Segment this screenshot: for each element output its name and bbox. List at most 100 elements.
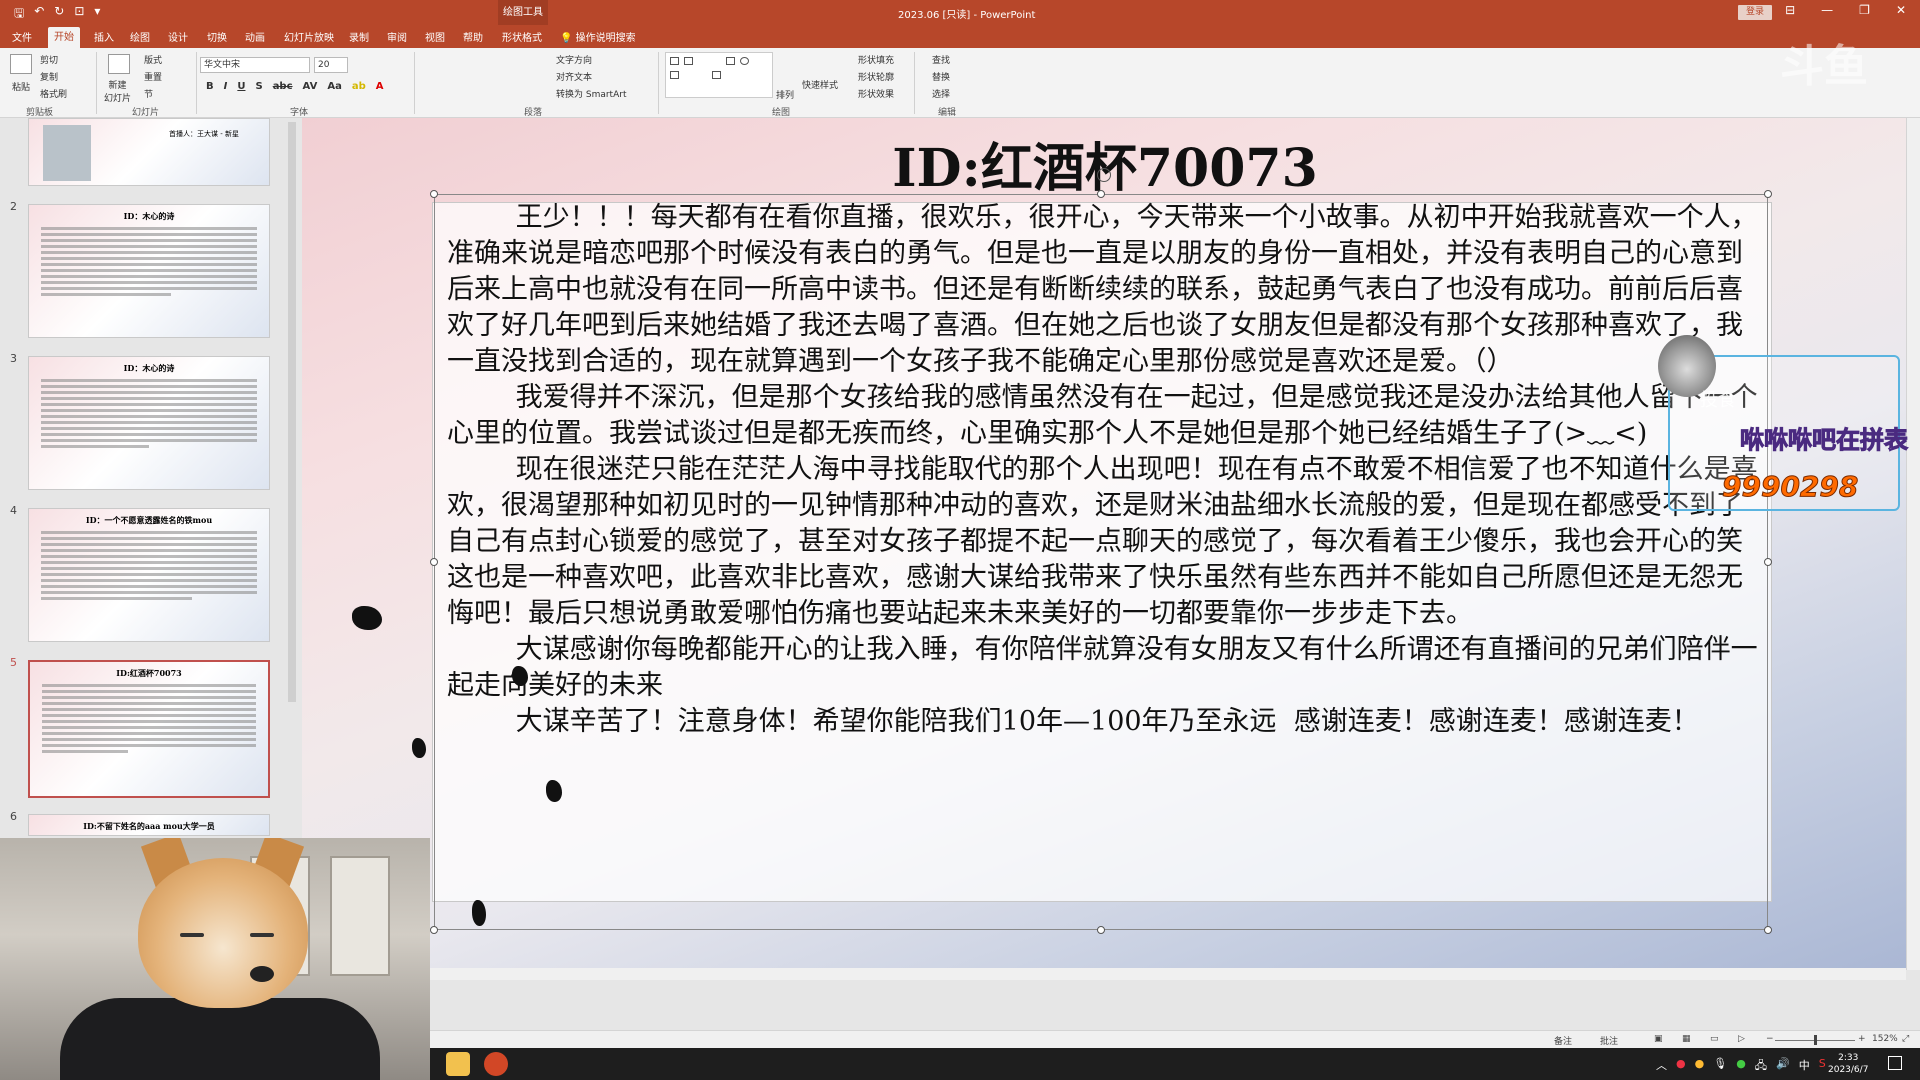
reading-view-icon[interactable]: ▭ [1710, 1034, 1719, 1044]
notes-pane[interactable] [430, 980, 1920, 1036]
tab-animations[interactable]: 动画 [245, 29, 265, 44]
resize-handle[interactable] [430, 190, 438, 198]
app-icon-qq[interactable] [446, 1052, 470, 1076]
zoom-slider-thumb[interactable] [1814, 1035, 1817, 1045]
tab-draw[interactable]: 绘图 [130, 29, 150, 44]
tell-me-search[interactable]: 💡 操作说明搜索 [560, 29, 636, 44]
slide-sorter-icon[interactable]: ▦ [1682, 1034, 1691, 1044]
shape-fill-button[interactable]: 形状填充 [858, 53, 894, 66]
restore-icon[interactable]: ❐ [1859, 3, 1870, 17]
ime-indicator[interactable]: 中 [1799, 1057, 1810, 1076]
underline-button[interactable]: U [237, 81, 245, 92]
highlight-button[interactable]: ab [352, 81, 366, 92]
cut-button[interactable]: 剪切 [40, 53, 58, 66]
notification-icon[interactable] [1888, 1056, 1902, 1070]
replace-button[interactable]: 替换 [932, 70, 950, 83]
network-icon[interactable]: 🖧 [1755, 1057, 1767, 1076]
more-icon[interactable]: ▾ [94, 4, 100, 25]
customize-icon[interactable]: ⊡ [74, 4, 84, 25]
oval-shape-icon[interactable] [740, 57, 749, 65]
new-slide-button[interactable]: 新建 幻灯片 [104, 78, 131, 104]
slide-thumbnail-3[interactable]: ID：木心的诗 [28, 356, 270, 490]
close-icon[interactable]: ✕ [1896, 3, 1906, 17]
resize-handle[interactable] [430, 558, 438, 566]
fit-slide-icon[interactable]: ⤢ [1902, 1034, 1909, 1044]
notes-button[interactable]: 备注 [1554, 1034, 1572, 1047]
paste-button[interactable]: 粘贴 [12, 80, 30, 93]
minimize-icon[interactable]: — [1821, 3, 1833, 17]
chevron-up-icon[interactable]: ︿ [1656, 1057, 1667, 1076]
tray-app-icon[interactable]: ● [1736, 1057, 1746, 1076]
rotate-handle-icon[interactable] [1097, 168, 1111, 182]
thumbnail-scrollbar[interactable] [288, 122, 296, 702]
tray-app-icon[interactable]: ● [1676, 1057, 1686, 1076]
tab-file[interactable]: 文件 [12, 29, 32, 44]
resize-handle[interactable] [430, 926, 438, 934]
tab-slideshow[interactable]: 幻灯片放映 [284, 29, 334, 44]
comments-button[interactable]: 批注 [1600, 1034, 1618, 1047]
resize-handle[interactable] [1097, 190, 1105, 198]
font-size-select[interactable]: 20 [314, 57, 348, 73]
tab-design[interactable]: 设计 [168, 29, 188, 44]
tab-view[interactable]: 视图 [425, 29, 445, 44]
zoom-in-icon[interactable]: + [1858, 1034, 1866, 1044]
arrow-shape-icon[interactable] [712, 71, 721, 79]
resize-handle[interactable] [1764, 190, 1772, 198]
tab-record[interactable]: 录制 [349, 29, 369, 44]
slide-thumbnail-2[interactable]: ID：木心的诗 [28, 204, 270, 338]
normal-view-icon[interactable]: ▣ [1654, 1034, 1663, 1044]
slide-thumbnail-1[interactable]: 首播人：王大谋 - 新星 [28, 118, 270, 186]
find-button[interactable]: 查找 [932, 53, 950, 66]
tab-review[interactable]: 审阅 [387, 29, 407, 44]
tab-insert[interactable]: 插入 [94, 29, 114, 44]
italic-button[interactable]: I [224, 81, 228, 92]
rect-shape-icon[interactable] [670, 57, 679, 65]
tab-help[interactable]: 帮助 [463, 29, 483, 44]
reset-button[interactable]: 重置 [144, 70, 162, 83]
slideshow-icon[interactable]: ▷ [1738, 1034, 1745, 1044]
font-color-button[interactable]: A [376, 81, 384, 92]
paste-icon[interactable] [10, 54, 32, 74]
layout-button[interactable]: 版式 [144, 53, 162, 66]
align-text-button[interactable]: 对齐文本 [556, 70, 592, 83]
format-painter-button[interactable]: 格式刷 [40, 87, 67, 100]
rect-shape-icon[interactable] [670, 71, 679, 79]
rect-shape-icon[interactable] [726, 57, 735, 65]
strikethrough-button[interactable]: abc [273, 81, 293, 92]
section-button[interactable]: 节 [144, 87, 153, 100]
slide-canvas[interactable]: ID:红酒杯70073 王少！！！每天都有在看你直播，很欢乐，很开心，今天带来一… [302, 118, 1908, 970]
text-direction-button[interactable]: 文字方向 [556, 53, 592, 66]
microphone-icon[interactable]: 🎙 [1713, 1057, 1727, 1076]
bold-button[interactable]: B [206, 81, 214, 92]
shape-effects-button[interactable]: 形状效果 [858, 87, 894, 100]
horizontal-scrollbar[interactable] [430, 968, 1906, 980]
slide-thumbnail-6[interactable]: ID:不留下姓名的aaa mou大学一员 [28, 814, 270, 836]
zoom-level[interactable]: 152% [1872, 1034, 1898, 1044]
clock[interactable]: 2:33 2023/6/7 [1828, 1052, 1868, 1076]
redo-icon[interactable]: ↻ [54, 4, 64, 25]
tab-home[interactable]: 开始 [48, 27, 80, 48]
zoom-out-icon[interactable]: − [1766, 1034, 1774, 1044]
slide-body-text[interactable]: 王少！！！每天都有在看你直播，很欢乐，很开心，今天带来一个小故事。从初中开始我就… [447, 200, 1767, 740]
char-spacing-button[interactable]: AV [303, 81, 318, 92]
select-button[interactable]: 选择 [932, 87, 950, 100]
textbox-shape-icon[interactable] [684, 57, 693, 65]
convert-smartart-button[interactable]: 转换为 SmartArt [556, 87, 626, 100]
quick-styles-button[interactable]: 快速样式 [802, 78, 838, 91]
ribbon-display-icon[interactable]: ⊟ [1785, 3, 1795, 17]
resize-handle[interactable] [1097, 926, 1105, 934]
shadow-button[interactable]: S [255, 81, 262, 92]
change-case-button[interactable]: Aa [327, 81, 342, 92]
vertical-scrollbar[interactable] [1906, 118, 1920, 970]
arrange-button[interactable]: 排列 [776, 88, 794, 101]
resize-handle[interactable] [1764, 926, 1772, 934]
app-icon-powerpoint[interactable] [484, 1052, 508, 1076]
font-name-select[interactable]: 华文中宋 [200, 57, 310, 73]
new-slide-icon[interactable] [108, 54, 130, 74]
volume-icon[interactable]: 🔊 [1776, 1057, 1790, 1076]
shape-outline-button[interactable]: 形状轮廓 [858, 70, 894, 83]
copy-button[interactable]: 复制 [40, 70, 58, 83]
save-icon[interactable]: 🖫 [14, 4, 24, 25]
tray-app-icon[interactable]: ● [1695, 1057, 1705, 1076]
login-button[interactable]: 登录 [1738, 5, 1772, 20]
